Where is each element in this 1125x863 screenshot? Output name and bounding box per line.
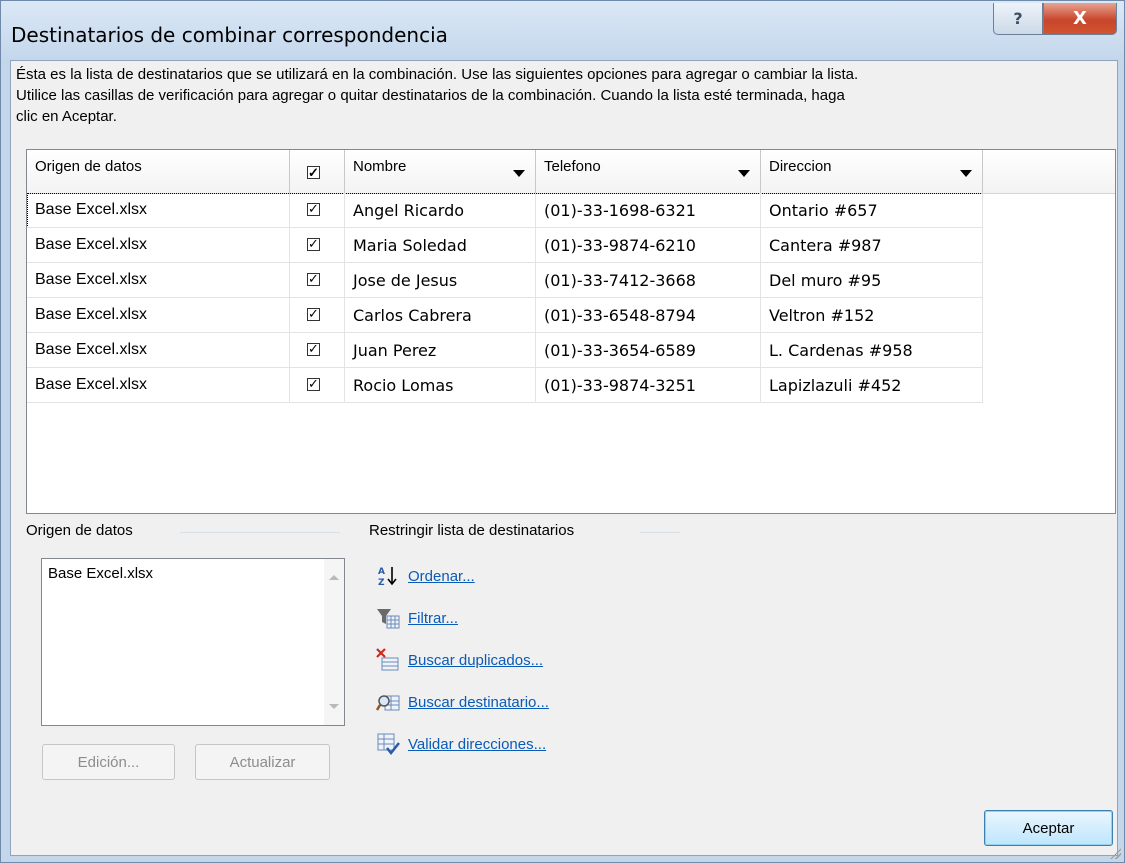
sort-action[interactable]: A Z Ordenar... [376,562,475,590]
checkbox-cell: ✓ [290,333,345,368]
data-source-listbox[interactable]: Base Excel.xlsx [41,558,345,726]
nombre-cell: Juan Perez [345,333,536,368]
find-duplicates-icon [376,648,400,672]
row-checkbox[interactable]: ✓ [307,203,320,216]
row-checkbox[interactable]: ✓ [307,343,320,356]
sort-az-icon: A Z [376,564,400,588]
direccion-cell: L. Cardenas #958 [761,333,983,368]
filter-action[interactable]: Filtrar... [376,604,458,632]
column-header-label: Telefono [544,158,601,175]
intro-line: Ésta es la lista de destinatarios que se… [16,66,859,83]
telefono-cell: (01)-33-3654-6589 [536,333,761,368]
source-cell: Base Excel.xlsx [27,228,290,263]
nombre-cell: Rocio Lomas [345,368,536,403]
source-cell: Base Excel.xlsx [27,263,290,298]
direccion-cell: Ontario #657 [761,193,983,228]
title-bar: Destinatarios de combinar correspondenci… [1,1,1124,59]
column-header-nombre[interactable]: Nombre [345,150,536,193]
table-row[interactable]: Base Excel.xlsx ✓ Angel Ricardo (01)-33-… [27,193,983,228]
table-row[interactable]: Base Excel.xlsx ✓ Jose de Jesus (01)-33-… [27,263,983,298]
svg-text:A: A [378,567,385,577]
refresh-button[interactable]: Actualizar [195,744,330,780]
scroll-down-icon[interactable] [329,704,339,709]
intro-line: Utilice las casillas de verificación par… [16,87,845,104]
nombre-cell: Carlos Cabrera [345,298,536,333]
direccion-cell: Veltron #152 [761,298,983,333]
nombre-cell: Jose de Jesus [345,263,536,298]
validate-addresses-action[interactable]: Validar direcciones... [376,730,546,758]
table-row[interactable]: Base Excel.xlsx ✓ Carlos Cabrera (01)-33… [27,298,983,333]
find-recipient-action[interactable]: Buscar destinatario... [375,688,549,716]
nombre-cell: Maria Soledad [345,228,536,263]
row-checkbox[interactable]: ✓ [307,273,320,286]
checkbox-cell: ✓ [290,228,345,263]
nombre-cell: Angel Ricardo [345,193,536,228]
data-source-item[interactable]: Base Excel.xlsx [48,565,153,582]
table-row[interactable]: Base Excel.xlsx ✓ Maria Soledad (01)-33-… [27,228,983,263]
telefono-cell: (01)-33-6548-8794 [536,298,761,333]
sort-link[interactable]: Ordenar... [408,568,475,585]
source-cell: Base Excel.xlsx [27,298,290,333]
filter-icon [376,606,400,630]
table-row[interactable]: Base Excel.xlsx ✓ Rocio Lomas (01)-33-98… [27,368,983,403]
find-recipient-icon [375,690,400,714]
intro-line: clic en Aceptar. [16,108,117,125]
row-checkbox[interactable]: ✓ [307,378,320,391]
validate-addresses-icon [376,732,400,756]
dropdown-arrow-icon[interactable] [960,170,972,177]
checkbox-cell: ✓ [290,298,345,333]
find-recipient-link[interactable]: Buscar destinatario... [408,694,549,711]
grid-header: Origen de datos ✓ Nombre Telefono Direcc… [27,150,1115,194]
column-header-direccion[interactable]: Direccion [761,150,983,193]
direccion-cell: Lapizlazuli #452 [761,368,983,403]
column-header-label: Nombre [353,158,407,175]
table-row[interactable]: Base Excel.xlsx ✓ Juan Perez (01)-33-365… [27,333,983,368]
dropdown-arrow-icon[interactable] [738,170,750,177]
scroll-up-icon[interactable] [329,575,339,580]
ok-button[interactable]: Aceptar [984,810,1113,846]
telefono-cell: (01)-33-9874-3251 [536,368,761,403]
source-cell: Base Excel.xlsx [27,333,290,368]
listbox-scrollbar[interactable] [324,559,344,725]
source-cell: Base Excel.xlsx [27,193,290,228]
column-header-select-all[interactable]: ✓ [290,150,345,193]
svg-text:Z: Z [378,578,385,588]
telefono-cell: (01)-33-1698-6321 [536,193,761,228]
data-source-group-title: Origen de datos [26,522,143,539]
group-divider [180,532,340,533]
telefono-cell: (01)-33-7412-3668 [536,263,761,298]
direccion-cell: Cantera #987 [761,228,983,263]
group-divider [640,532,680,533]
help-button[interactable]: ? [993,3,1043,35]
telefono-cell: (01)-33-9874-6210 [536,228,761,263]
column-header-label: Origen de datos [35,158,142,175]
validate-addresses-link[interactable]: Validar direcciones... [408,736,546,753]
close-button[interactable]: X [1043,3,1117,35]
restrict-group-title: Restringir lista de destinatarios [369,522,585,539]
column-header-label: Direccion [769,158,832,175]
recipients-grid[interactable]: Origen de datos ✓ Nombre Telefono Direcc… [26,149,1116,514]
source-cell: Base Excel.xlsx [27,368,290,403]
checkbox-cell: ✓ [290,368,345,403]
select-all-checkbox[interactable]: ✓ [307,166,320,179]
row-checkbox[interactable]: ✓ [307,308,320,321]
row-checkbox[interactable]: ✓ [307,238,320,251]
direccion-cell: Del muro #95 [761,263,983,298]
resize-grip[interactable] [1109,847,1121,859]
column-header-source[interactable]: Origen de datos [27,150,290,193]
dialog-title: Destinatarios de combinar correspondenci… [11,23,448,47]
dropdown-arrow-icon[interactable] [513,170,525,177]
checkbox-cell: ✓ [290,263,345,298]
filter-link[interactable]: Filtrar... [408,610,458,627]
edit-button[interactable]: Edición... [42,744,175,780]
intro-text: Ésta es la lista de destinatarios que se… [16,64,1111,127]
checkbox-cell: ✓ [290,193,345,228]
find-duplicates-link[interactable]: Buscar duplicados... [408,652,543,669]
find-duplicates-action[interactable]: Buscar duplicados... [376,646,543,674]
column-header-telefono[interactable]: Telefono [536,150,761,193]
